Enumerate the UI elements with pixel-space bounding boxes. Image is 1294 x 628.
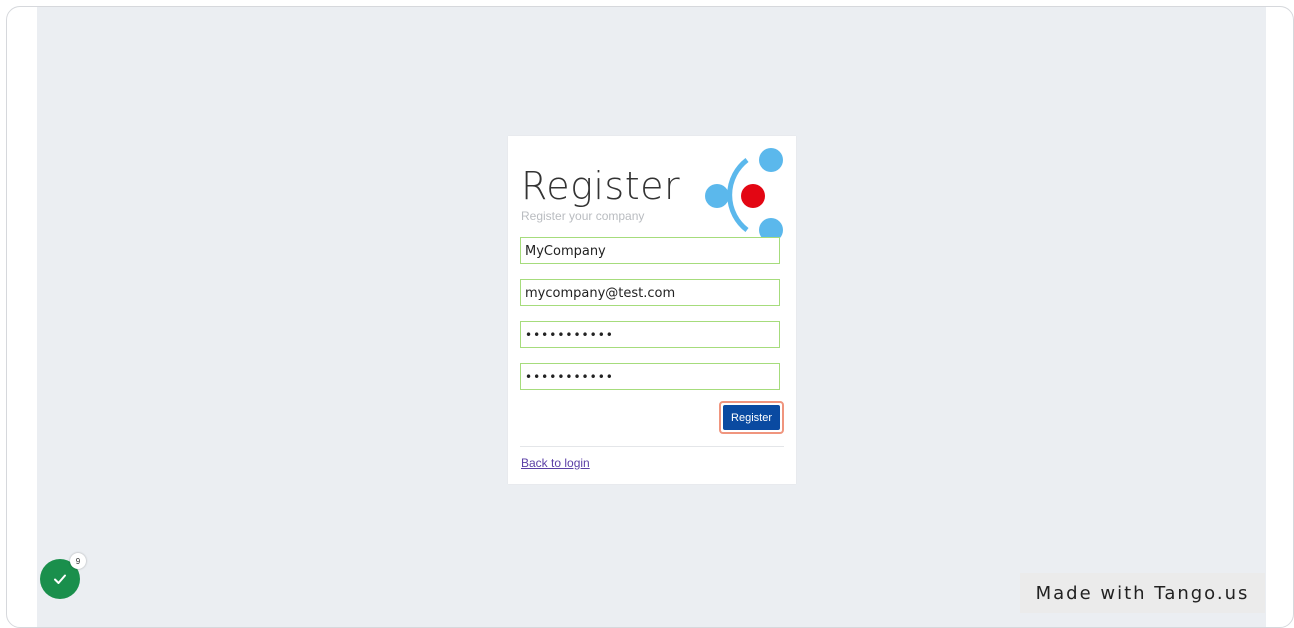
page-viewport: Register Register your company MyCompany… — [37, 7, 1266, 627]
register-button-highlight[interactable]: Register — [719, 401, 784, 434]
company-logo-icon — [705, 148, 783, 238]
register-button[interactable]: Register — [723, 405, 780, 430]
tango-watermark: Made with Tango.us — [1020, 573, 1265, 613]
divider — [520, 446, 784, 447]
confirm-password-input[interactable]: ••••••••••• — [520, 363, 780, 390]
company-name-input[interactable]: MyCompany — [520, 237, 780, 264]
page-subtitle: Register your company — [521, 209, 645, 223]
email-input[interactable]: mycompany@test.com — [520, 279, 780, 306]
step-check-badge: 9 — [40, 553, 86, 599]
checkmark-icon — [54, 574, 66, 584]
back-to-login-link[interactable]: Back to login — [521, 456, 590, 470]
badge-count: 9 — [70, 553, 86, 569]
register-card: Register Register your company MyCompany… — [508, 136, 796, 484]
password-input[interactable]: ••••••••••• — [520, 321, 780, 348]
screenshot-frame: Register Register your company MyCompany… — [6, 6, 1294, 628]
page-title: Register — [521, 164, 681, 208]
